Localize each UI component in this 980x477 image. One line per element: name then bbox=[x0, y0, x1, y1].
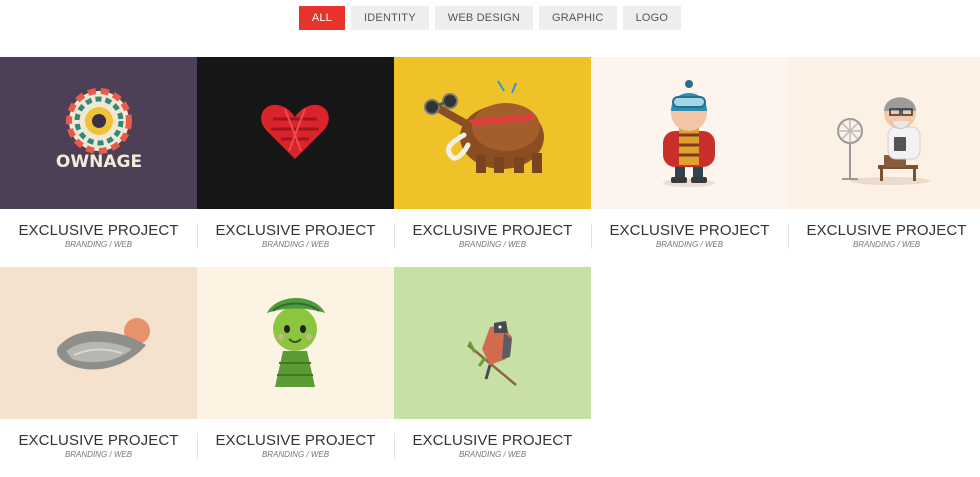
project-title: EXCLUSIVE PROJECT bbox=[609, 222, 770, 239]
divider bbox=[394, 223, 395, 249]
project-category: BRANDING / WEB bbox=[458, 240, 527, 249]
project-thumbnail[interactable] bbox=[591, 57, 788, 209]
project-thumbnail[interactable] bbox=[197, 267, 394, 419]
divider bbox=[788, 223, 789, 249]
project-caption: EXCLUSIVE PROJECT BRANDING / WEB bbox=[197, 209, 394, 267]
project-title: EXCLUSIVE PROJECT bbox=[215, 222, 376, 239]
bird-on-branch-illustration bbox=[467, 321, 517, 386]
project-title: EXCLUSIVE PROJECT bbox=[412, 222, 573, 239]
project-caption: EXCLUSIVE PROJECT BRANDING / WEB bbox=[0, 209, 197, 267]
sun-wave-illustration bbox=[56, 318, 150, 370]
green-leaf-creature-illustration bbox=[267, 298, 325, 387]
divider bbox=[197, 433, 198, 459]
svg-text:OWNAGE: OWNAGE bbox=[56, 152, 142, 172]
project-card[interactable]: EXCLUSIVE PROJECT BRANDING / WEB bbox=[788, 57, 980, 267]
mammoth-illustration bbox=[424, 80, 544, 173]
project-caption: EXCLUSIVE PROJECT BRANDING / WEB bbox=[591, 209, 788, 267]
project-thumbnail[interactable] bbox=[394, 267, 591, 419]
portfolio-grid: OWNAGE EXCLUSIVE PROJECT BRANDING / WEB … bbox=[0, 57, 980, 477]
project-title: EXCLUSIVE PROJECT bbox=[215, 432, 376, 449]
project-category: BRANDING / WEB bbox=[64, 240, 133, 249]
project-caption: EXCLUSIVE PROJECT BRANDING / WEB bbox=[394, 419, 591, 477]
project-card[interactable]: EXCLUSIVE PROJECT BRANDING / WEB bbox=[394, 57, 591, 267]
project-caption: EXCLUSIVE PROJECT BRANDING / WEB bbox=[0, 419, 197, 477]
project-category: BRANDING / WEB bbox=[852, 240, 921, 249]
winter-boy-illustration bbox=[663, 80, 715, 187]
project-category: BRANDING / WEB bbox=[261, 450, 330, 459]
project-card[interactable]: EXCLUSIVE PROJECT BRANDING / WEB bbox=[197, 57, 394, 267]
portfolio-filter-bar: ALL IDENTITY WEB DESIGN GRAPHIC LOGO bbox=[0, 6, 980, 30]
red-heart-logo-illustration bbox=[261, 104, 329, 159]
project-thumbnail[interactable]: OWNAGE bbox=[0, 57, 197, 209]
ownage-logo-illustration: OWNAGE bbox=[0, 57, 197, 209]
project-title: EXCLUSIVE PROJECT bbox=[806, 222, 967, 239]
project-card[interactable]: EXCLUSIVE PROJECT BRANDING / WEB bbox=[591, 57, 788, 267]
project-category: BRANDING / WEB bbox=[261, 240, 330, 249]
project-title: EXCLUSIVE PROJECT bbox=[18, 222, 179, 239]
project-category: BRANDING / WEB bbox=[458, 450, 527, 459]
project-title: EXCLUSIVE PROJECT bbox=[412, 432, 573, 449]
project-caption: EXCLUSIVE PROJECT BRANDING / WEB bbox=[394, 209, 591, 267]
filter-logo[interactable]: LOGO bbox=[622, 6, 682, 30]
project-thumbnail[interactable] bbox=[197, 57, 394, 209]
project-category: BRANDING / WEB bbox=[655, 240, 724, 249]
divider bbox=[394, 433, 395, 459]
project-card[interactable]: EXCLUSIVE PROJECT BRANDING / WEB bbox=[394, 267, 591, 477]
old-man-fan-illustration bbox=[837, 97, 930, 185]
filter-web-design[interactable]: WEB DESIGN bbox=[434, 6, 534, 30]
filter-all[interactable]: ALL bbox=[298, 6, 346, 30]
divider bbox=[591, 223, 592, 249]
filter-graphic[interactable]: GRAPHIC bbox=[539, 6, 617, 30]
project-title: EXCLUSIVE PROJECT bbox=[18, 432, 179, 449]
project-card[interactable]: EXCLUSIVE PROJECT BRANDING / WEB bbox=[197, 267, 394, 477]
project-card[interactable]: OWNAGE EXCLUSIVE PROJECT BRANDING / WEB bbox=[0, 57, 197, 267]
project-thumbnail[interactable] bbox=[394, 57, 591, 209]
project-category: BRANDING / WEB bbox=[64, 450, 133, 459]
project-thumbnail[interactable] bbox=[788, 57, 980, 209]
project-thumbnail[interactable] bbox=[0, 267, 197, 419]
project-card[interactable]: EXCLUSIVE PROJECT BRANDING / WEB bbox=[0, 267, 197, 477]
project-caption: EXCLUSIVE PROJECT BRANDING / WEB bbox=[197, 419, 394, 477]
filter-identity[interactable]: IDENTITY bbox=[351, 6, 429, 30]
project-caption: EXCLUSIVE PROJECT BRANDING / WEB bbox=[788, 209, 980, 267]
divider bbox=[197, 223, 198, 249]
